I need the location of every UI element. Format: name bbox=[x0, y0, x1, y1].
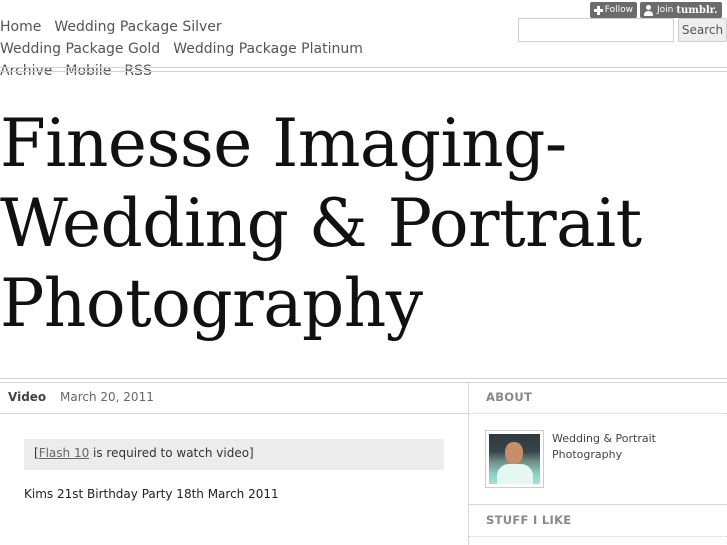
main-nav: Home Wedding Package SilverWedding Packag… bbox=[0, 16, 380, 82]
avatar-face bbox=[505, 442, 523, 464]
person-icon bbox=[643, 4, 654, 16]
header-divider bbox=[0, 71, 727, 72]
post-date[interactable]: March 20, 2011 bbox=[60, 390, 154, 404]
avatar[interactable] bbox=[485, 430, 544, 488]
title-divider bbox=[0, 378, 727, 379]
sidebar-divider bbox=[469, 504, 727, 505]
stuff-i-like-heading: STUFF I LIKE bbox=[486, 513, 572, 527]
nav-wedding-package-gold[interactable]: Wedding Package Gold bbox=[0, 38, 160, 60]
follow-button[interactable]: Follow bbox=[590, 2, 637, 18]
post-caption: Kims 21st Birthday Party 18th March 2011 bbox=[24, 487, 279, 501]
nav-wedding-package-platinum[interactable]: Wedding Package Platinum bbox=[173, 38, 363, 60]
avatar-photo bbox=[489, 434, 540, 484]
follow-label: Follow bbox=[604, 5, 633, 15]
column-divider bbox=[468, 383, 469, 545]
search-input[interactable] bbox=[518, 18, 674, 42]
join-tumblr-button[interactable]: Join tumblr. bbox=[640, 2, 722, 18]
post-header: Video March 20, 2011 bbox=[0, 383, 468, 414]
flash-link[interactable]: Flash 10 bbox=[39, 446, 90, 460]
search-button[interactable]: Search bbox=[678, 18, 727, 42]
tumblr-controls: Follow Join tumblr. bbox=[590, 2, 722, 18]
nav-home[interactable]: Home bbox=[0, 16, 41, 38]
site-title[interactable]: Finesse Imaging- Wedding & Portrait Phot… bbox=[0, 104, 720, 344]
post-type: Video bbox=[8, 390, 47, 404]
video-placeholder: [Flash 10 is required to watch video] bbox=[24, 439, 444, 470]
tumblr-logo: tumblr. bbox=[676, 4, 718, 16]
join-label: Join bbox=[657, 5, 674, 15]
sidebar-divider bbox=[469, 536, 727, 537]
flash-suffix: is required to watch video] bbox=[89, 446, 254, 460]
nav-wedding-package-silver[interactable]: Wedding Package Silver bbox=[54, 16, 221, 38]
avatar-shirt bbox=[497, 464, 533, 484]
about-heading: ABOUT bbox=[486, 390, 533, 404]
about-text: Wedding & Portrait Photography bbox=[552, 432, 656, 461]
plus-icon bbox=[593, 5, 603, 16]
sidebar-divider bbox=[469, 413, 727, 414]
header-divider bbox=[0, 67, 727, 68]
